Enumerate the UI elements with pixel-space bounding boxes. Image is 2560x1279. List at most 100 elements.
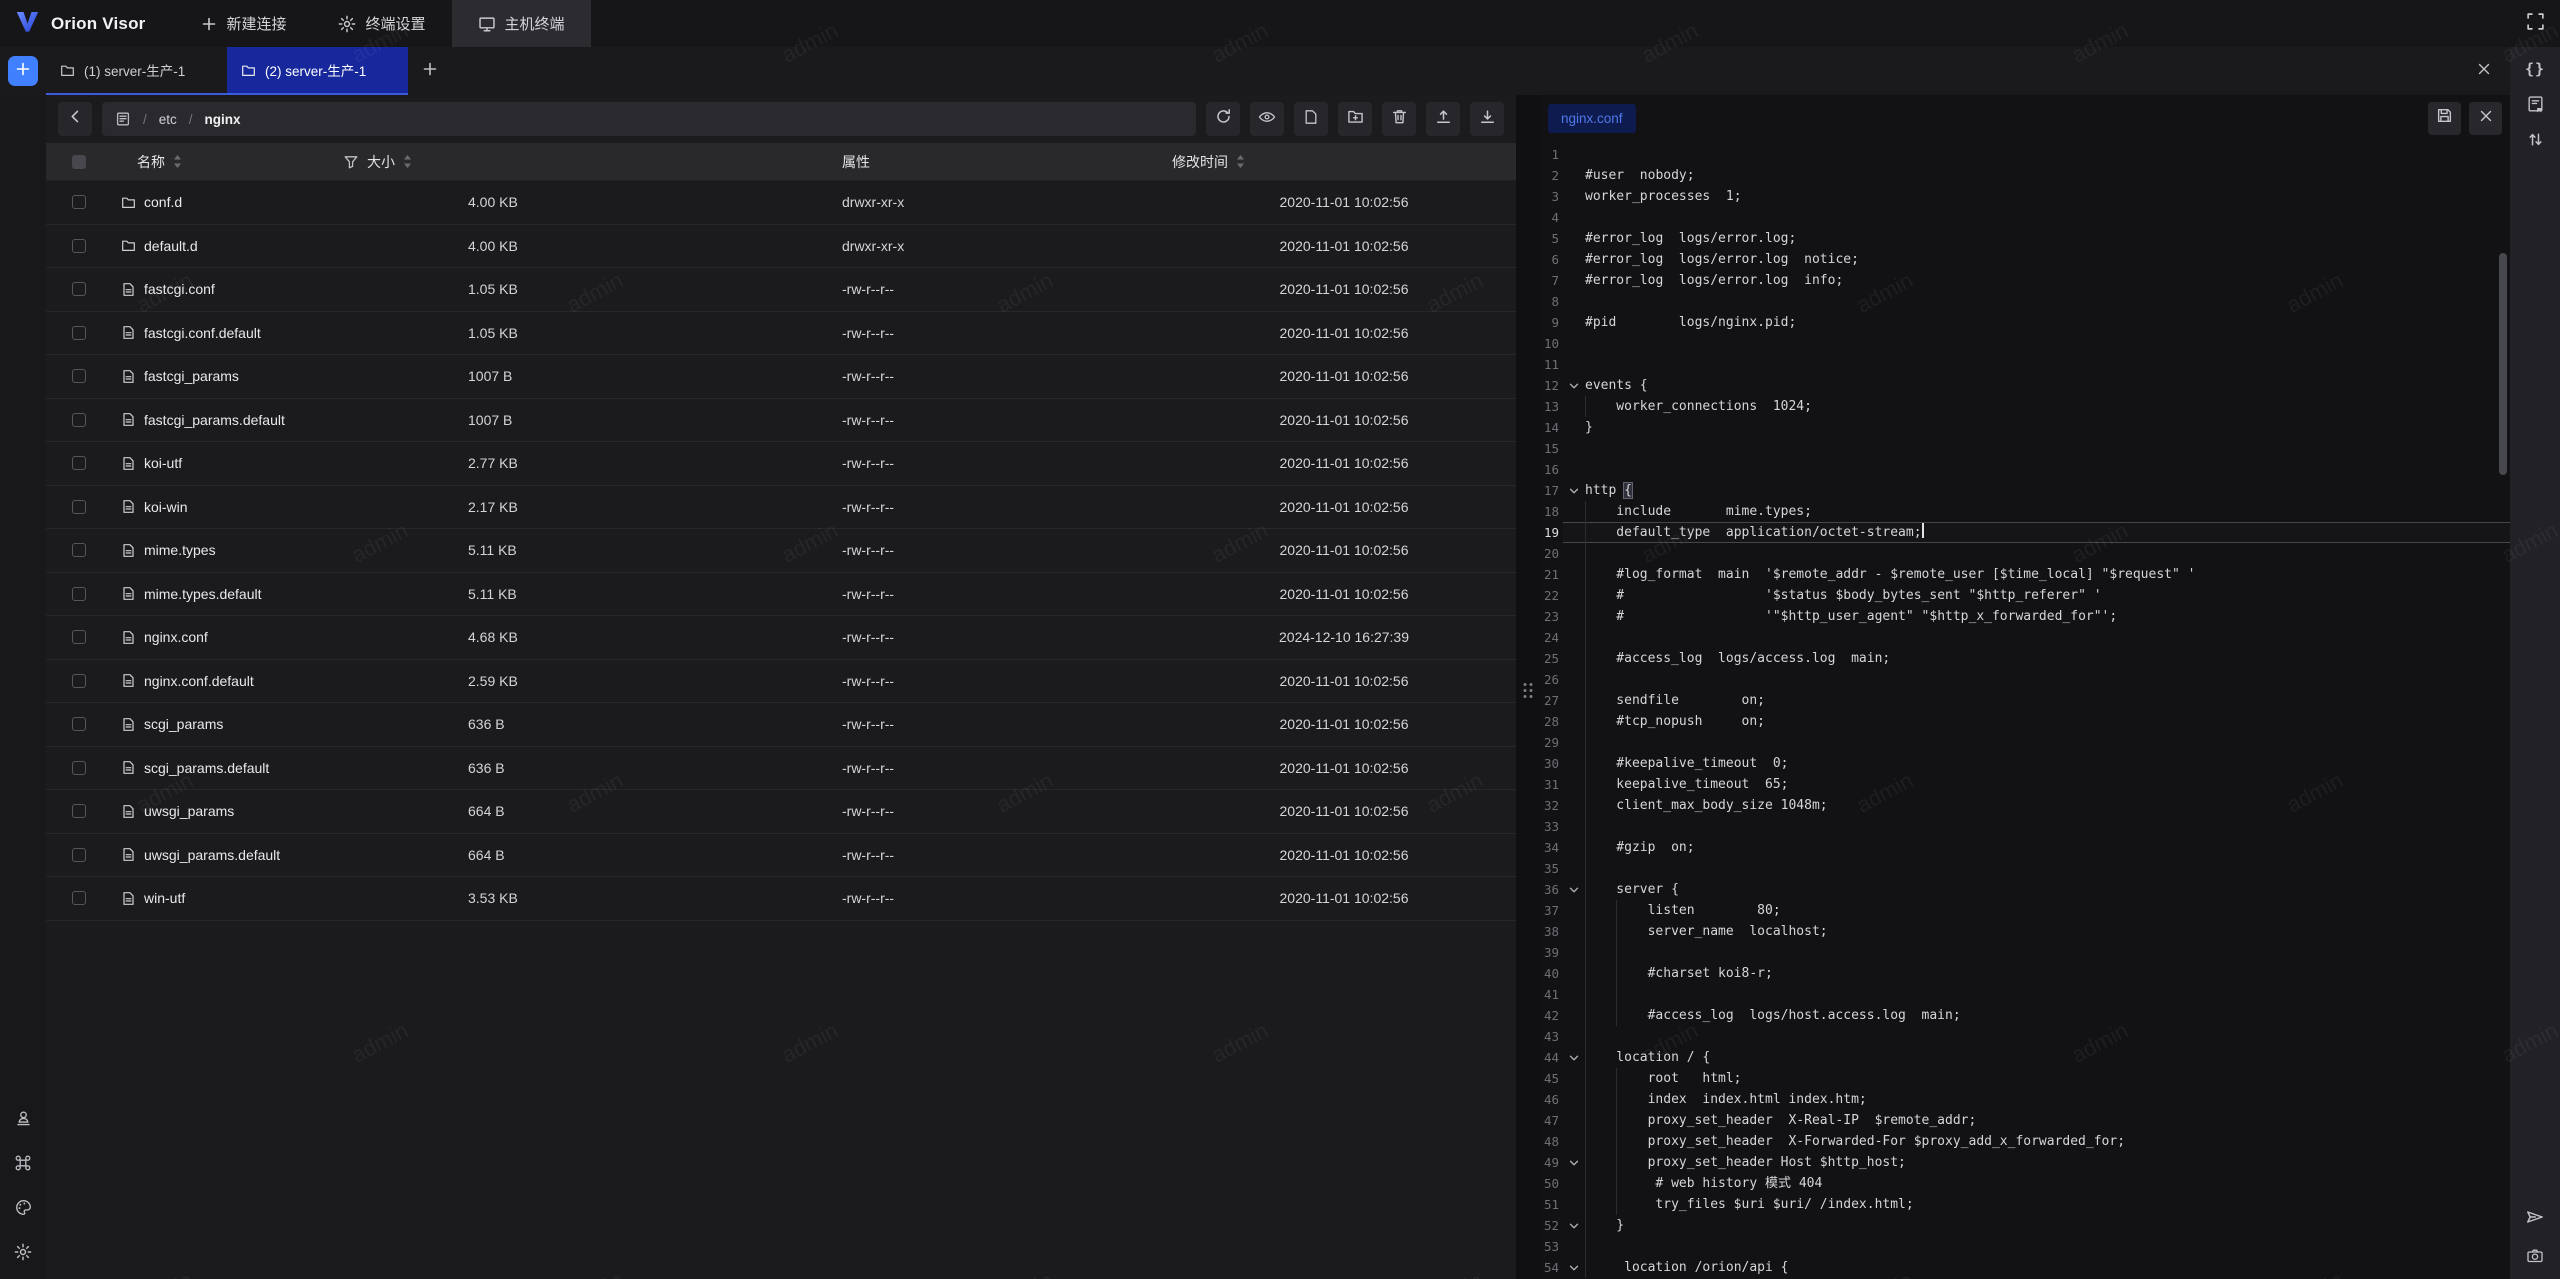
fold-chevron-icon[interactable] (1563, 879, 1585, 900)
row-checkbox[interactable] (72, 848, 86, 862)
row-checkbox[interactable] (72, 326, 86, 340)
code-line[interactable]: 51 try_files $uri $uri/ /index.html; (1540, 1194, 2510, 1215)
code-line[interactable]: 19default_type application/octet-stream; (1540, 522, 2510, 543)
code-line[interactable]: 10 (1540, 333, 2510, 354)
code-line[interactable]: 30#keepalive_timeout 0; (1540, 753, 2510, 774)
back-button[interactable] (58, 102, 92, 136)
table-row[interactable]: mime.types5.11 KB-rw-r--r--2020-11-01 10… (46, 529, 1516, 573)
code-line[interactable]: 50 # web history 模式 404 (1540, 1173, 2510, 1194)
code-line[interactable]: 32client_max_body_size 1048m; (1540, 795, 2510, 816)
row-checkbox[interactable] (72, 761, 86, 775)
file-name-cell[interactable]: mime.types.default (117, 586, 462, 602)
code-line[interactable]: 44location / { (1540, 1047, 2510, 1068)
row-checkbox[interactable] (72, 891, 86, 905)
file-name-cell[interactable]: fastcgi_params.default (117, 412, 462, 428)
code-line[interactable]: 3worker_processes 1; (1540, 186, 2510, 207)
row-checkbox[interactable] (72, 630, 86, 644)
table-row[interactable]: scgi_params636 B-rw-r--r--2020-11-01 10:… (46, 703, 1516, 747)
code-line[interactable]: 18include mime.types; (1540, 501, 2510, 522)
tab-server-2-active[interactable]: (2) server-生产-1 (227, 47, 408, 95)
palette-icon[interactable] (14, 1198, 33, 1217)
code-line[interactable]: 2#user nobody; (1540, 165, 2510, 186)
row-checkbox[interactable] (72, 195, 86, 209)
code-editor[interactable]: 12#user nobody;3worker_processes 1;45#er… (1540, 141, 2510, 1279)
code-line[interactable]: 21#log_format main '$remote_addr - $remo… (1540, 564, 2510, 585)
file-name-cell[interactable]: fastcgi_params (117, 368, 462, 384)
fold-chevron-icon[interactable] (1563, 1257, 1585, 1278)
camera-icon[interactable] (2526, 1247, 2544, 1265)
code-line[interactable]: 42#access_log logs/host.access.log main; (1540, 1005, 2510, 1026)
file-name-cell[interactable]: uwsgi_params (117, 803, 462, 819)
upload-button[interactable] (1426, 102, 1460, 136)
gear-icon[interactable] (14, 1243, 32, 1261)
code-line[interactable]: 39 (1540, 942, 2510, 963)
close-editor-button[interactable] (2469, 102, 2502, 135)
table-row[interactable]: fastcgi.conf1.05 KB-rw-r--r--2020-11-01 … (46, 268, 1516, 312)
sort-carets-icon[interactable] (1236, 154, 1245, 169)
row-checkbox[interactable] (72, 543, 86, 557)
fullscreen-icon[interactable] (2526, 12, 2545, 36)
breadcrumb-segment-nginx[interactable]: nginx (205, 112, 241, 127)
refresh-button[interactable] (1206, 102, 1240, 136)
code-line[interactable]: 12events { (1540, 375, 2510, 396)
table-row[interactable]: scgi_params.default636 B-rw-r--r--2020-1… (46, 747, 1516, 791)
breadcrumb-segment-etc[interactable]: etc (159, 112, 177, 127)
code-line[interactable]: 11 (1540, 354, 2510, 375)
code-line[interactable]: 37listen 80; (1540, 900, 2510, 921)
menu-host-terminal[interactable]: 主机终端 (452, 0, 591, 47)
code-line[interactable]: 47proxy_set_header X-Real-IP $remote_add… (1540, 1110, 2510, 1131)
select-all-checkbox[interactable] (72, 155, 86, 169)
table-row[interactable]: koi-utf2.77 KB-rw-r--r--2020-11-01 10:02… (46, 442, 1516, 486)
file-name-cell[interactable]: koi-utf (117, 455, 462, 471)
code-line[interactable]: 54 location /orion/api { (1540, 1257, 2510, 1278)
code-line[interactable]: 6#error_log logs/error.log notice; (1540, 249, 2510, 270)
code-line[interactable]: 22# '$status $body_bytes_sent "$http_ref… (1540, 585, 2510, 606)
code-line[interactable]: 45root html; (1540, 1068, 2510, 1089)
file-name-cell[interactable]: nginx.conf (117, 629, 462, 645)
header-mtime[interactable]: 修改时间 (1172, 152, 1516, 172)
fold-chevron-icon[interactable] (1563, 1152, 1585, 1173)
code-line[interactable]: 1 (1540, 144, 2510, 165)
row-checkbox[interactable] (72, 456, 86, 470)
code-line[interactable]: 17http { (1540, 480, 2510, 501)
doc-bookmark-icon[interactable] (2526, 95, 2545, 114)
code-line[interactable]: 20 (1540, 543, 2510, 564)
code-line[interactable]: 33 (1540, 816, 2510, 837)
file-name-cell[interactable]: scgi_params (117, 716, 462, 732)
menu-new-connection[interactable]: 新建连接 (175, 0, 312, 47)
code-line[interactable]: 43 (1540, 1026, 2510, 1047)
paper-plane-icon[interactable] (2525, 1207, 2545, 1227)
breadcrumb[interactable]: / etc / nginx (102, 102, 1196, 136)
header-attr[interactable]: 属性 (842, 152, 1172, 172)
code-line[interactable]: 41 (1540, 984, 2510, 1005)
brand[interactable]: Orion Visor (0, 0, 161, 47)
panel-resize-divider[interactable] (1516, 95, 1540, 1279)
code-line[interactable]: 52} (1540, 1215, 2510, 1236)
save-button[interactable] (2428, 102, 2461, 135)
row-checkbox[interactable] (72, 282, 86, 296)
table-row[interactable]: win-utf3.53 KB-rw-r--r--2020-11-01 10:02… (46, 877, 1516, 921)
code-line[interactable]: 4 (1540, 207, 2510, 228)
fold-chevron-icon[interactable] (1563, 375, 1585, 396)
code-line[interactable]: 14} (1540, 417, 2510, 438)
code-line[interactable]: 25#access_log logs/access.log main; (1540, 648, 2510, 669)
row-checkbox[interactable] (72, 674, 86, 688)
table-row[interactable]: default.d4.00 KBdrwxr-xr-x2020-11-01 10:… (46, 225, 1516, 269)
table-row[interactable]: fastcgi_params.default1007 B-rw-r--r--20… (46, 399, 1516, 443)
file-name-cell[interactable]: win-utf (117, 890, 462, 906)
table-row[interactable]: conf.d4.00 KBdrwxr-xr-x2020-11-01 10:02:… (46, 181, 1516, 225)
code-line[interactable]: 7#error_log logs/error.log info; (1540, 270, 2510, 291)
file-name-cell[interactable]: nginx.conf.default (117, 673, 462, 689)
sort-carets-icon[interactable] (173, 154, 182, 169)
table-row[interactable]: fastcgi_params1007 B-rw-r--r--2020-11-01… (46, 355, 1516, 399)
code-line[interactable]: 13worker_connections 1024; (1540, 396, 2510, 417)
row-checkbox[interactable] (72, 500, 86, 514)
file-name-cell[interactable]: koi-win (117, 499, 462, 515)
row-checkbox[interactable] (72, 369, 86, 383)
code-line[interactable]: 28#tcp_nopush on; (1540, 711, 2510, 732)
table-row[interactable]: uwsgi_params664 B-rw-r--r--2020-11-01 10… (46, 790, 1516, 834)
header-size[interactable]: 大小 (462, 152, 842, 172)
command-icon[interactable] (14, 1154, 32, 1172)
braces-icon[interactable]: {} (2525, 60, 2545, 78)
table-row[interactable]: nginx.conf.default2.59 KB-rw-r--r--2020-… (46, 660, 1516, 704)
